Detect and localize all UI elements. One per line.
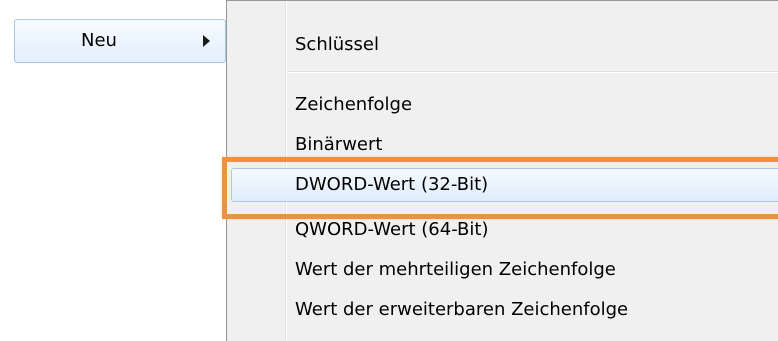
submenu-item-qword-value[interactable]: QWORD-Wert (64-Bit) — [227, 213, 778, 247]
submenu-item-expandable-string-value[interactable]: Wert der erweiterbaren Zeichenfolge — [227, 293, 778, 327]
submenu-item-label: DWORD-Wert (32-Bit) — [295, 174, 489, 195]
menu-item-new-label: Neu — [81, 30, 117, 51]
submenu-item-dword-value[interactable]: DWORD-Wert (32-Bit) — [231, 168, 778, 202]
context-menu-screenshot: Neu Schlüssel Zeichenfolge Binärwert DWO… — [0, 0, 778, 341]
submenu-new: Schlüssel Zeichenfolge Binärwert DWORD-W… — [226, 0, 778, 341]
submenu-item-binary-value[interactable]: Binärwert — [227, 128, 778, 162]
submenu-arrow-icon — [203, 35, 210, 47]
menu-separator — [287, 71, 778, 73]
submenu-item-label: Wert der erweiterbaren Zeichenfolge — [295, 299, 629, 320]
submenu-item-string-value[interactable]: Zeichenfolge — [227, 88, 778, 122]
submenu-item-label: Zeichenfolge — [295, 94, 413, 115]
submenu-item-label: Binärwert — [295, 134, 383, 155]
submenu-item-label: Schlüssel — [295, 34, 379, 55]
parent-context-menu: Neu — [0, 0, 236, 341]
menu-item-new[interactable]: Neu — [14, 19, 226, 63]
submenu-item-label: Wert der mehrteiligen Zeichenfolge — [295, 259, 616, 280]
submenu-item-multi-string-value[interactable]: Wert der mehrteiligen Zeichenfolge — [227, 253, 778, 287]
submenu-item-label: QWORD-Wert (64-Bit) — [295, 219, 489, 240]
submenu-item-key[interactable]: Schlüssel — [227, 28, 778, 62]
